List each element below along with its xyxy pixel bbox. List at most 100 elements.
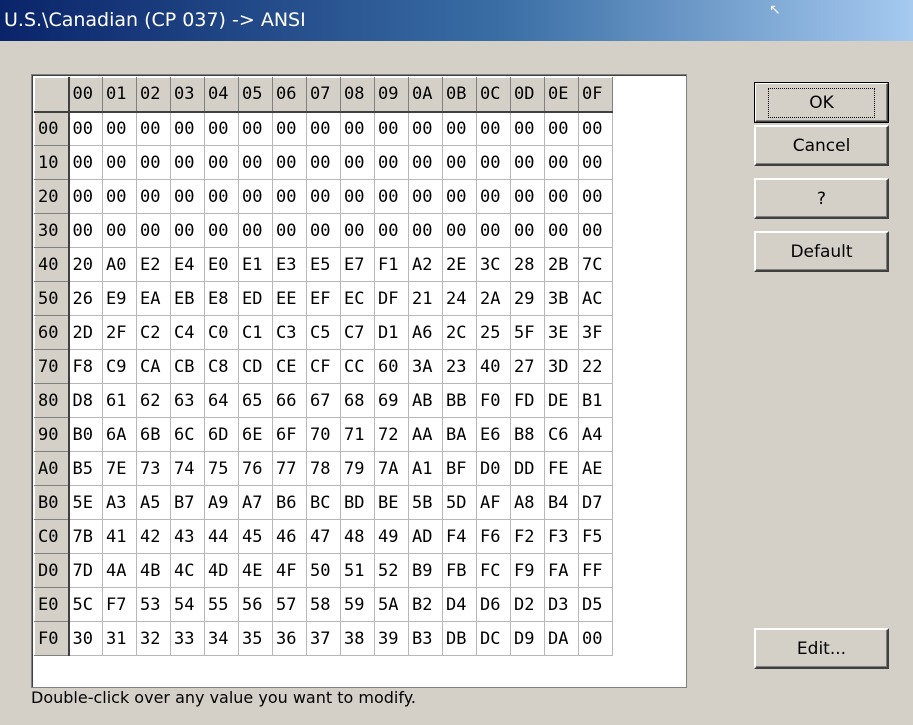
value-cell[interactable]: 2C	[442, 315, 477, 350]
value-cell[interactable]: 3F	[578, 315, 613, 350]
edit-button[interactable]: Edit...	[754, 628, 889, 669]
value-cell[interactable]: 5B	[408, 485, 443, 520]
value-cell[interactable]: ED	[238, 281, 273, 316]
value-cell[interactable]: 00	[340, 145, 375, 180]
value-cell[interactable]: 6F	[272, 417, 307, 452]
value-cell[interactable]: 7E	[102, 451, 137, 486]
value-cell[interactable]: E6	[476, 417, 511, 452]
value-cell[interactable]: 79	[340, 451, 375, 486]
value-cell[interactable]: D2	[510, 587, 545, 622]
value-cell[interactable]: 24	[442, 281, 477, 316]
value-cell[interactable]: 00	[272, 213, 307, 248]
value-cell[interactable]: 00	[544, 145, 579, 180]
value-cell[interactable]: EB	[170, 281, 205, 316]
value-cell[interactable]: 00	[102, 145, 137, 180]
value-cell[interactable]: BB	[442, 383, 477, 418]
value-cell[interactable]: AD	[408, 519, 443, 554]
value-cell[interactable]: 00	[408, 213, 443, 248]
value-cell[interactable]: BF	[442, 451, 477, 486]
value-cell[interactable]: C3	[272, 315, 307, 350]
value-cell[interactable]: 46	[272, 519, 307, 554]
value-cell[interactable]: 65	[238, 383, 273, 418]
value-cell[interactable]: 39	[374, 621, 409, 656]
value-cell[interactable]: 55	[204, 587, 239, 622]
value-cell[interactable]: 00	[238, 111, 273, 146]
value-cell[interactable]: 3C	[476, 247, 511, 282]
value-cell[interactable]: 59	[340, 587, 375, 622]
value-cell[interactable]: 3B	[544, 281, 579, 316]
value-cell[interactable]: BC	[306, 485, 341, 520]
value-cell[interactable]: 7B	[68, 519, 103, 554]
value-cell[interactable]: 00	[578, 213, 613, 248]
value-cell[interactable]: DA	[544, 621, 579, 656]
value-cell[interactable]: CD	[238, 349, 273, 384]
value-cell[interactable]: EC	[340, 281, 375, 316]
value-cell[interactable]: D4	[442, 587, 477, 622]
value-cell[interactable]: 00	[68, 213, 103, 248]
value-cell[interactable]: FA	[544, 553, 579, 588]
value-cell[interactable]: B3	[408, 621, 443, 656]
value-cell[interactable]: 61	[102, 383, 137, 418]
value-cell[interactable]: 3D	[544, 349, 579, 384]
value-cell[interactable]: 00	[510, 213, 545, 248]
value-cell[interactable]: 68	[340, 383, 375, 418]
value-cell[interactable]: E5	[306, 247, 341, 282]
value-cell[interactable]: 00	[340, 213, 375, 248]
value-cell[interactable]: F7	[102, 587, 137, 622]
value-cell[interactable]: 48	[340, 519, 375, 554]
value-cell[interactable]: 00	[374, 111, 409, 146]
value-cell[interactable]: D1	[374, 315, 409, 350]
value-cell[interactable]: DC	[476, 621, 511, 656]
value-cell[interactable]: C5	[306, 315, 341, 350]
value-cell[interactable]: E7	[340, 247, 375, 282]
value-cell[interactable]: 49	[374, 519, 409, 554]
value-cell[interactable]: 00	[136, 179, 171, 214]
value-cell[interactable]: 00	[578, 621, 613, 656]
value-cell[interactable]: 67	[306, 383, 341, 418]
help-button[interactable]: ?	[754, 178, 889, 219]
value-cell[interactable]: F9	[510, 553, 545, 588]
default-button[interactable]: Default	[754, 231, 889, 272]
value-cell[interactable]: FB	[442, 553, 477, 588]
value-cell[interactable]: 00	[544, 213, 579, 248]
value-cell[interactable]: 3A	[408, 349, 443, 384]
value-cell[interactable]: 73	[136, 451, 171, 486]
value-cell[interactable]: 44	[204, 519, 239, 554]
value-cell[interactable]: B5	[68, 451, 103, 486]
value-cell[interactable]: 00	[272, 145, 307, 180]
value-cell[interactable]: CF	[306, 349, 341, 384]
value-cell[interactable]: B2	[408, 587, 443, 622]
value-cell[interactable]: 00	[476, 179, 511, 214]
value-cell[interactable]: C4	[170, 315, 205, 350]
value-cell[interactable]: 00	[442, 179, 477, 214]
value-cell[interactable]: A0	[102, 247, 137, 282]
value-cell[interactable]: 5F	[510, 315, 545, 350]
value-cell[interactable]: 00	[102, 179, 137, 214]
value-cell[interactable]: 23	[442, 349, 477, 384]
value-cell[interactable]: 00	[102, 111, 137, 146]
value-cell[interactable]: 00	[544, 179, 579, 214]
value-cell[interactable]: FE	[544, 451, 579, 486]
value-cell[interactable]: 21	[408, 281, 443, 316]
value-cell[interactable]: 00	[68, 145, 103, 180]
value-cell[interactable]: AF	[476, 485, 511, 520]
value-cell[interactable]: EA	[136, 281, 171, 316]
value-cell[interactable]: 62	[136, 383, 171, 418]
value-cell[interactable]: 00	[510, 179, 545, 214]
value-cell[interactable]: 00	[578, 179, 613, 214]
value-cell[interactable]: A1	[408, 451, 443, 486]
value-cell[interactable]: 33	[170, 621, 205, 656]
value-cell[interactable]: F8	[68, 349, 103, 384]
value-cell[interactable]: E9	[102, 281, 137, 316]
value-cell[interactable]: C0	[204, 315, 239, 350]
value-cell[interactable]: F6	[476, 519, 511, 554]
ok-button[interactable]: OK	[754, 82, 889, 123]
value-cell[interactable]: 00	[136, 213, 171, 248]
value-cell[interactable]: 37	[306, 621, 341, 656]
value-cell[interactable]: A3	[102, 485, 137, 520]
value-cell[interactable]: 56	[238, 587, 273, 622]
value-cell[interactable]: A2	[408, 247, 443, 282]
value-cell[interactable]: 00	[544, 111, 579, 146]
value-cell[interactable]: 43	[170, 519, 205, 554]
value-cell[interactable]: B4	[544, 485, 579, 520]
